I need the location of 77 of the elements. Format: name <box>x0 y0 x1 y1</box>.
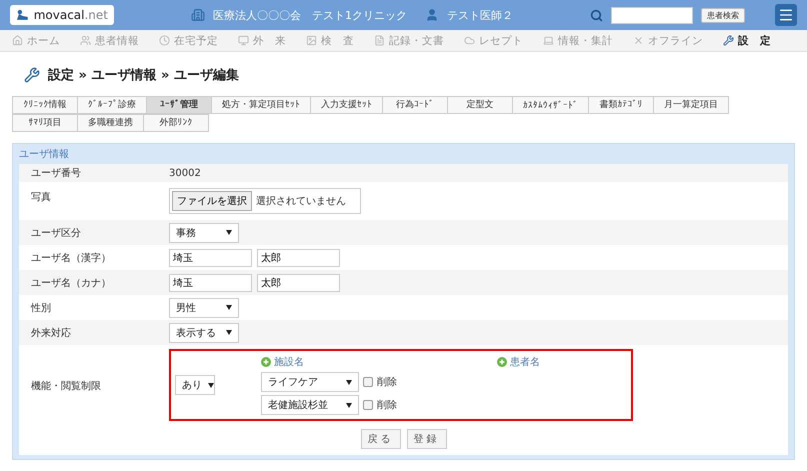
delete-label: 削除 <box>377 376 397 389</box>
field-label: 写真 <box>31 190 52 204</box>
caret-icon <box>208 382 214 388</box>
menu-button[interactable] <box>775 4 797 26</box>
input-field[interactable]: 埼玉 <box>169 274 252 292</box>
tab[interactable]: 行為ｺｰﾄﾞ <box>382 96 448 114</box>
checkbox[interactable] <box>363 377 373 387</box>
plus-icon <box>497 357 507 367</box>
add-facility-link[interactable]: 施設名 <box>261 355 497 369</box>
select-field[interactable]: あり <box>175 375 215 395</box>
field-label: ユーザ番号 <box>31 166 82 180</box>
tab[interactable]: 外部ﾘﾝｸ <box>143 114 209 132</box>
field-label: ユーザ名（カナ） <box>31 276 112 290</box>
clinic-name: 医療法人〇〇〇会 テスト1クリニック <box>213 8 407 22</box>
monitor-icon <box>238 35 249 46</box>
building-icon <box>191 8 205 22</box>
user-number: 30002 <box>169 168 201 178</box>
menu-icon <box>778 7 794 23</box>
tab[interactable]: 入力支援ｾｯﾄ <box>310 96 383 114</box>
caret-icon <box>226 230 232 235</box>
checkbox[interactable] <box>363 400 373 410</box>
action-button[interactable]: 戻る <box>360 429 400 449</box>
breadcrumb: 設定 » ユーザ情報 » ユーザ編集 <box>48 66 239 84</box>
input-field[interactable]: 埼玉 <box>169 248 252 266</box>
user-icon <box>425 8 439 22</box>
people-icon <box>80 35 91 46</box>
clock-icon <box>159 35 170 46</box>
tab[interactable]: 処方・算定項目ｾｯﾄ <box>211 96 311 114</box>
field-label: 性別 <box>31 302 52 314</box>
caret-icon <box>226 330 232 335</box>
field-label: ユーザ区分 <box>31 226 82 240</box>
tab[interactable]: 書類ｶﾃｺﾞﾘ <box>588 96 654 114</box>
field-label: 機能・閲覧制限 <box>31 380 102 393</box>
tab[interactable]: ｻﾏﾘ項目 <box>12 114 78 132</box>
input-field[interactable]: 太郎 <box>257 274 340 292</box>
delete-label: 削除 <box>377 398 397 412</box>
field-label: 外来対応 <box>31 326 72 340</box>
tab[interactable]: ｸﾘﾆｯｸ情報 <box>12 96 78 114</box>
select-field[interactable]: ライフケア <box>261 372 359 392</box>
laptop-icon <box>543 35 554 46</box>
plus-icon <box>261 357 271 367</box>
cloud-icon <box>464 35 475 46</box>
file-field[interactable]: ファイルを選択 選択されていません <box>169 188 361 214</box>
input-field[interactable]: 太郎 <box>257 248 340 266</box>
logo-text: movacal.net <box>34 8 108 22</box>
user-name: テスト医師２ <box>447 8 513 22</box>
select-field[interactable]: 男性 <box>169 298 239 318</box>
tab[interactable]: 月一算定項目 <box>653 96 729 114</box>
image-icon <box>306 35 317 46</box>
caret-icon <box>226 305 232 310</box>
tab[interactable]: ｶｽﾀﾑｳｨｻﾞｰﾄﾞ <box>512 96 589 114</box>
logo[interactable]: movacal.net <box>10 5 114 25</box>
action-button[interactable]: 登録 <box>406 429 446 449</box>
tab[interactable]: 多職種連携 <box>77 114 144 132</box>
search-field[interactable] <box>611 6 693 24</box>
caret-icon <box>346 402 352 408</box>
search-icon <box>590 8 603 22</box>
tab[interactable]: 定型文 <box>447 96 513 114</box>
file-status: 選択されていません <box>256 195 346 208</box>
select-field[interactable]: 事務 <box>169 222 239 242</box>
tools-icon <box>723 35 734 46</box>
caret-icon <box>346 380 352 384</box>
home-icon <box>12 35 23 46</box>
field-label: ユーザ名（漢字） <box>31 252 112 264</box>
tab[interactable]: ﾕｰｻﾞ管理 <box>146 96 212 114</box>
add-patient-link[interactable]: 患者名 <box>497 355 733 369</box>
panel-title: ユーザ情報 <box>19 148 70 162</box>
tools-icon <box>24 67 40 83</box>
select-field[interactable]: 老健施設杉並 <box>261 395 359 415</box>
cross-icon <box>633 35 644 46</box>
tab[interactable]: ｸﾞﾙｰﾌﾟ診療 <box>77 96 147 114</box>
nav-item[interactable]: 設 定 <box>723 34 771 48</box>
select-field[interactable]: 表示する <box>169 322 239 342</box>
document-icon <box>374 35 385 46</box>
patient-search-button[interactable]: 患者検索 <box>701 8 745 22</box>
logo-icon <box>16 9 30 21</box>
choose-file-button[interactable]: ファイルを選択 <box>172 191 252 211</box>
